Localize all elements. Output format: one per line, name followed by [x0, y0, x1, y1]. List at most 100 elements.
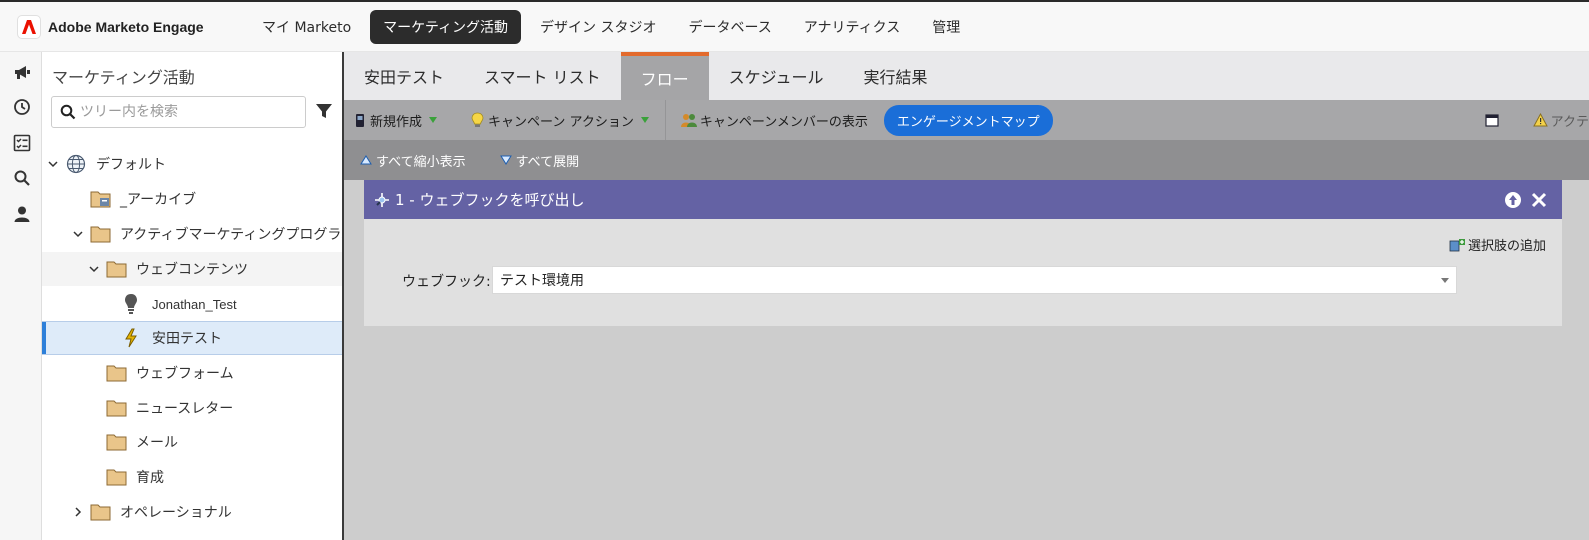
folder-icon: [90, 226, 111, 243]
engagement-map-button[interactable]: エンゲージメントマップ: [883, 104, 1053, 136]
tree-item-label: メール: [136, 435, 178, 451]
folder-icon: [90, 504, 111, 521]
folder-icon: [106, 469, 127, 486]
flow-step-card: 1 - ウェブフックを呼び出し 選択肢の追加 ウェブフック: テスト環境用: [364, 180, 1562, 326]
nav-my-marketo[interactable]: マイ Marketo: [249, 10, 364, 44]
nav-database[interactable]: データベース: [675, 10, 784, 44]
brand[interactable]: Adobe Marketo Engage: [17, 14, 249, 39]
tree-item-label: 安田テスト: [152, 331, 222, 347]
folder-icon: [106, 400, 127, 417]
expand-all-label: すべて展開: [515, 154, 580, 170]
tree-item-label: ウェブフォーム: [136, 366, 234, 382]
folder-icon: [106, 365, 127, 382]
tree-item-newsletter[interactable]: ニュースレター: [42, 391, 342, 425]
nav-design-studio[interactable]: デザイン スタジオ: [527, 10, 669, 44]
tree-search-input[interactable]: [80, 104, 300, 120]
expand-all-button[interactable]: すべて展開: [499, 151, 580, 170]
main-content: 安田テスト スマート リスト フロー スケジュール 実行結果 新規作成 キャンペ…: [344, 52, 1589, 540]
webhook-field-label: ウェブフック:: [402, 274, 491, 290]
tree-item-label: ニュースレター: [136, 401, 234, 417]
tree-item-email[interactable]: メール: [42, 425, 342, 459]
add-choice-icon: [1449, 238, 1465, 251]
webhook-select-value: テスト環境用: [500, 273, 584, 289]
collapse-all-label: すべて縮小表示: [376, 154, 466, 170]
globe-icon: [66, 154, 86, 174]
tab-schedule[interactable]: スケジュール: [709, 52, 844, 100]
triangle-up-icon: [360, 155, 372, 165]
left-icon-rail: [0, 52, 42, 540]
tree-item-label: _アーカイブ: [120, 192, 197, 208]
campaign-actions-button[interactable]: キャンペーン アクション: [447, 100, 659, 140]
move-up-icon[interactable]: [1504, 191, 1522, 209]
tree-item-default[interactable]: デフォルト: [42, 147, 342, 181]
lightbulb-icon: [125, 294, 137, 314]
people-icon: [680, 114, 697, 127]
search-icon[interactable]: [13, 169, 31, 187]
action-label: アクテ: [1550, 114, 1589, 130]
brand-name: Adobe Marketo Engage: [48, 18, 204, 35]
archive-folder-icon: [90, 191, 111, 208]
toolbar: 新規作成 キャンペーン アクション キャンペーンメンバーの表示 エンゲージメント…: [344, 100, 1589, 140]
nav-analytics[interactable]: アナリティクス: [791, 10, 913, 44]
dropdown-arrow-icon: [429, 117, 438, 123]
tree-search-box[interactable]: [51, 96, 306, 128]
tree-item-label: オペレーショナル: [120, 505, 232, 521]
folder-icon: [106, 261, 127, 278]
show-members-button[interactable]: キャンペーンメンバーの表示: [666, 100, 878, 140]
dropdown-arrow-icon: [640, 117, 649, 123]
tab-smart-list[interactable]: スマート リスト: [464, 52, 621, 100]
tab-bar: 安田テスト スマート リスト フロー スケジュール 実行結果: [344, 52, 1589, 100]
tree-title: マーケティング活動: [52, 68, 195, 87]
megaphone-icon[interactable]: [13, 63, 31, 81]
add-choice-button[interactable]: 選択肢の追加: [1449, 235, 1546, 254]
tree-item-label: 育成: [136, 470, 164, 486]
warning-icon: [1532, 113, 1548, 127]
main-nav: マイ Marketo マーケティング活動 デザイン スタジオ データベース アナ…: [249, 9, 979, 44]
webhook-icon: [375, 192, 389, 207]
tree-item-nurture[interactable]: 育成: [42, 460, 342, 494]
tree-item-web-content[interactable]: ウェブコンテンツ: [42, 252, 342, 286]
tree-item-active-programs[interactable]: アクティブマーケティングプログラム: [42, 217, 344, 251]
lightbulb-icon: [471, 112, 484, 127]
close-icon[interactable]: [1530, 191, 1548, 209]
folder-icon: [106, 434, 127, 451]
sub-toolbar: すべて縮小表示 すべて展開: [344, 140, 1589, 180]
adobe-logo-icon: [17, 14, 41, 39]
tree-item-operational[interactable]: オペレーショナル: [42, 495, 342, 529]
tree-item-web-forms[interactable]: ウェブフォーム: [42, 356, 342, 390]
new-button[interactable]: 新規作成: [344, 100, 447, 140]
tree-item-jonathan-test[interactable]: Jonathan_Test: [42, 287, 342, 321]
tree-item-archive[interactable]: _アーカイブ: [42, 182, 342, 216]
flow-step-title: 1 - ウェブフックを呼び出し: [395, 191, 585, 209]
show-members-label: キャンペーンメンバーの表示: [699, 114, 868, 130]
lightning-icon: [125, 328, 137, 348]
new-document-icon: [356, 113, 364, 127]
chevron-down-icon[interactable]: [47, 158, 59, 170]
window-icon[interactable]: [1475, 100, 1523, 140]
person-icon[interactable]: [13, 205, 31, 223]
nav-admin[interactable]: 管理: [919, 10, 973, 44]
collapse-all-button[interactable]: すべて縮小表示: [360, 151, 466, 170]
tree-item-label: ウェブコンテンツ: [136, 262, 248, 278]
search-icon: [60, 104, 76, 120]
chevron-down-icon[interactable]: [72, 228, 84, 240]
tree-item-label: アクティブマーケティングプログラム: [120, 227, 344, 243]
new-label: 新規作成: [370, 114, 423, 130]
action-warning-button[interactable]: アクテ: [1523, 100, 1589, 140]
chevron-down-icon[interactable]: [88, 263, 100, 275]
chevron-right-icon[interactable]: [72, 506, 84, 518]
checklist-icon[interactable]: [13, 134, 31, 152]
top-navigation-bar: Adobe Marketo Engage マイ Marketo マーケティング活…: [0, 2, 1589, 52]
tree-item-yasuda-test[interactable]: 安田テスト: [42, 321, 342, 355]
webhook-select[interactable]: テスト環境用: [492, 266, 1457, 294]
tree-panel: マーケティング活動 デフォルト _アーカイブ アクティブマーケティングプログラム…: [42, 52, 344, 540]
flow-step-header[interactable]: 1 - ウェブフックを呼び出し: [364, 180, 1562, 219]
history-icon[interactable]: [13, 98, 31, 116]
tab-campaign-summary[interactable]: 安田テスト: [344, 52, 464, 100]
nav-marketing-activities[interactable]: マーケティング活動: [370, 9, 522, 44]
tree-item-label: デフォルト: [96, 157, 166, 173]
triangle-down-icon: [499, 155, 512, 165]
tab-flow[interactable]: フロー: [620, 52, 709, 100]
filter-icon[interactable]: [315, 102, 333, 120]
tab-results[interactable]: 実行結果: [844, 52, 948, 100]
